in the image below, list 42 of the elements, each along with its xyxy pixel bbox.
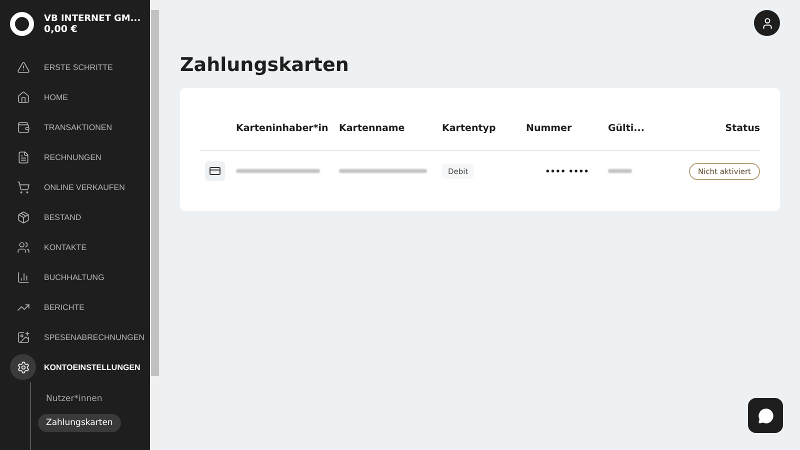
cart-icon: [16, 180, 30, 194]
scrollbar[interactable]: [150, 0, 160, 450]
column-header: Gülti...: [608, 122, 646, 134]
nav-item[interactable]: ONLINE VERKAUFEN: [0, 172, 150, 202]
column-header: Karteninhaber*in: [236, 122, 330, 134]
warning-icon: [16, 60, 30, 74]
page-title: Zahlungskarten: [180, 54, 350, 76]
wallet-icon: [16, 120, 30, 134]
account-name[interactable]: VB INTERNET GM...: [44, 14, 141, 24]
nav-item[interactable]: BESTAND: [0, 202, 150, 232]
credit-card-icon: [205, 161, 225, 181]
nav-item[interactable]: HOME: [0, 82, 150, 112]
chat-button[interactable]: [748, 398, 783, 433]
bar-chart-icon: [16, 270, 30, 284]
column-header: Status: [724, 122, 760, 134]
logo-icon: [10, 12, 34, 36]
scrollbar-thumb[interactable]: [151, 10, 159, 376]
nav-item[interactable]: ERSTE SCHRITTE: [0, 52, 150, 82]
profile-button[interactable]: [754, 10, 780, 36]
blurred-text: [608, 169, 632, 173]
card-number: •••• ••••: [544, 166, 590, 176]
nav-item[interactable]: BUCHHALTUNG: [0, 262, 150, 292]
users-icon: [16, 240, 30, 254]
nav-item[interactable]: SPESENABRECHNUNGEN: [0, 322, 150, 352]
nav-subitem[interactable]: Nutzer*innen: [38, 390, 110, 408]
nav-item[interactable]: BERICHTE: [0, 292, 150, 322]
nav-item[interactable]: RECHNUNGEN: [0, 142, 150, 172]
nav-subitem[interactable]: Zahlungskarten: [38, 414, 121, 432]
account-balance: 0,00 €: [44, 24, 78, 34]
settings-icon: [16, 360, 30, 374]
image-plus-icon: [16, 330, 30, 344]
home-icon: [16, 90, 30, 104]
column-header: Nummer: [526, 122, 573, 134]
user-icon: [760, 16, 774, 30]
chat-icon: [758, 408, 774, 424]
nav-item[interactable]: TRANSAKTIONEN: [0, 112, 150, 142]
document-icon: [16, 150, 30, 164]
nav-item[interactable]: KONTOEINSTELLUNGEN: [0, 352, 150, 382]
column-header: Kartenname: [339, 122, 406, 134]
nav-item[interactable]: KONTAKTE: [0, 232, 150, 262]
box-icon: [16, 210, 30, 224]
column-header: Kartentyp: [442, 122, 497, 134]
